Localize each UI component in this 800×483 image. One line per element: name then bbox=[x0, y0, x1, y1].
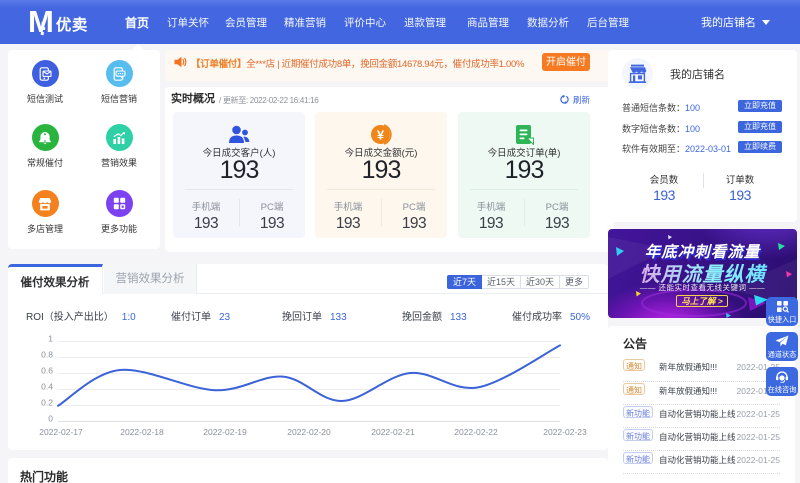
svg-text:0: 0 bbox=[48, 414, 53, 424]
svg-text:2022-02-21: 2022-02-21 bbox=[371, 427, 415, 437]
svg-text:0.4: 0.4 bbox=[41, 382, 53, 392]
svg-text:2022-02-20: 2022-02-20 bbox=[287, 427, 331, 437]
svg-text:1: 1 bbox=[48, 334, 53, 344]
svg-text:2022-02-18: 2022-02-18 bbox=[120, 427, 164, 437]
svg-text:0.6: 0.6 bbox=[41, 366, 53, 376]
svg-text:2022-02-22: 2022-02-22 bbox=[454, 427, 498, 437]
svg-text:2022-02-17: 2022-02-17 bbox=[39, 427, 83, 437]
svg-text:2022-02-19: 2022-02-19 bbox=[203, 427, 247, 437]
svg-text:0.2: 0.2 bbox=[41, 398, 53, 408]
svg-text:0.8: 0.8 bbox=[41, 350, 53, 360]
svg-text:¥: ¥ bbox=[376, 128, 384, 143]
svg-text:2022-02-23: 2022-02-23 bbox=[543, 427, 587, 437]
